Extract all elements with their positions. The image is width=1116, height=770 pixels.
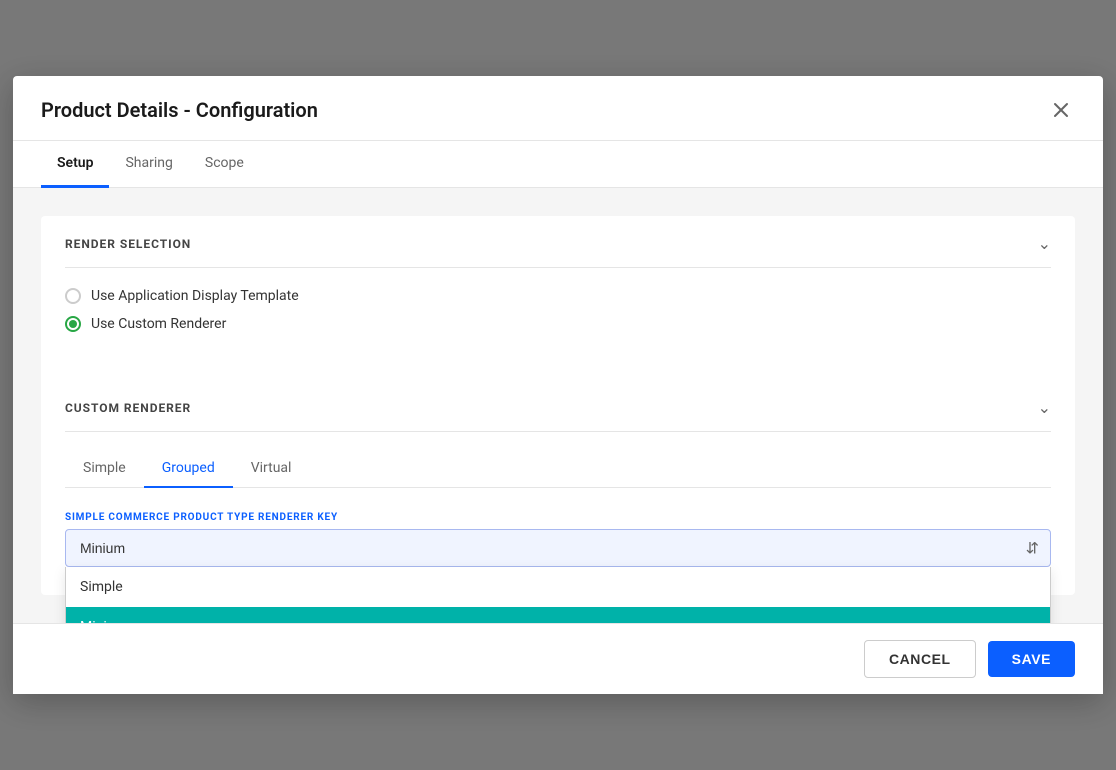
radio-custom-renderer-icon — [65, 316, 81, 332]
dropdown-item-simple[interactable]: Simple — [66, 567, 1050, 607]
custom-renderer-section: CUSTOM RENDERER ⌄ Simple Grouped Virtual… — [65, 380, 1051, 567]
save-button[interactable]: SAVE — [988, 641, 1075, 677]
renderer-tab-grouped[interactable]: Grouped — [144, 450, 233, 488]
tab-bar: Setup Sharing Scope — [13, 141, 1103, 188]
render-selection-section-header[interactable]: RENDER SELECTION ⌄ — [65, 216, 1051, 268]
radio-app-display-icon — [65, 288, 81, 304]
renderer-key-label: SIMPLE COMMERCE PRODUCT TYPE RENDERER KE… — [65, 512, 1051, 523]
radio-custom-renderer[interactable]: Use Custom Renderer — [65, 316, 1051, 332]
custom-renderer-section-header[interactable]: CUSTOM RENDERER ⌄ — [65, 380, 1051, 432]
close-button[interactable] — [1047, 96, 1075, 124]
radio-app-display-label: Use Application Display Template — [91, 288, 299, 304]
modal-title: Product Details - Configuration — [41, 98, 318, 122]
renderer-key-select-wrapper: Simple Minium ⇵ Simple Minium — [65, 529, 1051, 567]
render-options: Use Application Display Template Use Cus… — [65, 268, 1051, 356]
modal-body: RENDER SELECTION ⌄ Use Application Displ… — [13, 188, 1103, 623]
tab-sharing[interactable]: Sharing — [109, 141, 188, 188]
radio-app-display[interactable]: Use Application Display Template — [65, 288, 1051, 304]
custom-renderer-chevron-icon: ⌄ — [1038, 398, 1051, 417]
modal-footer: CANCEL SAVE — [13, 623, 1103, 694]
renderer-tab-simple[interactable]: Simple — [65, 450, 144, 488]
cancel-button[interactable]: CANCEL — [864, 640, 976, 678]
config-card: RENDER SELECTION ⌄ Use Application Displ… — [41, 216, 1075, 595]
renderer-key-select[interactable]: Simple Minium — [65, 529, 1051, 567]
radio-custom-renderer-label: Use Custom Renderer — [91, 316, 226, 332]
render-selection-chevron-icon: ⌄ — [1038, 234, 1051, 253]
render-selection-title: RENDER SELECTION — [65, 237, 191, 251]
renderer-tab-bar: Simple Grouped Virtual — [65, 450, 1051, 488]
renderer-tab-virtual[interactable]: Virtual — [233, 450, 310, 488]
dropdown-item-minium[interactable]: Minium — [66, 607, 1050, 623]
dropdown-list: Simple Minium — [65, 567, 1051, 623]
modal-dialog: Product Details - Configuration Setup Sh… — [13, 76, 1103, 694]
tab-scope[interactable]: Scope — [189, 141, 260, 188]
tab-setup[interactable]: Setup — [41, 141, 109, 188]
custom-renderer-title: CUSTOM RENDERER — [65, 401, 191, 415]
modal-header: Product Details - Configuration — [13, 76, 1103, 141]
